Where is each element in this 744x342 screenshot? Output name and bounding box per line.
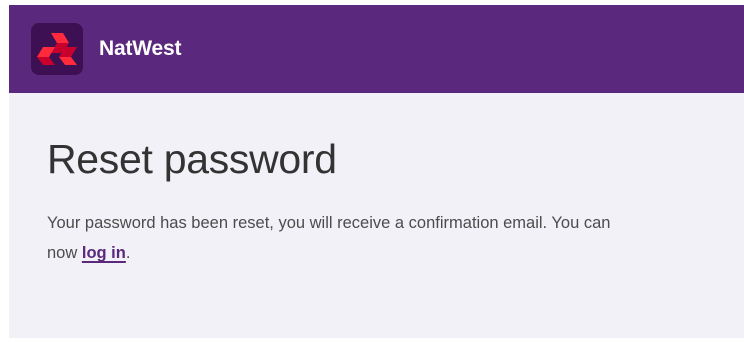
natwest-cubes-icon (37, 33, 77, 65)
message-end: . (125, 244, 131, 263)
message-text: Your password has been reset, you will r… (47, 214, 611, 263)
log-in-link[interactable]: log in (82, 244, 126, 262)
page-frame: NatWest Reset password Your password has… (9, 5, 744, 338)
site-header: NatWest (9, 5, 744, 93)
page-title: Reset password (47, 136, 337, 182)
brand-name: NatWest (99, 37, 182, 60)
main-content: Reset password Your password has been re… (9, 93, 744, 268)
natwest-logo[interactable] (31, 23, 83, 75)
confirmation-message: Your password has been reset, you will r… (47, 208, 627, 268)
